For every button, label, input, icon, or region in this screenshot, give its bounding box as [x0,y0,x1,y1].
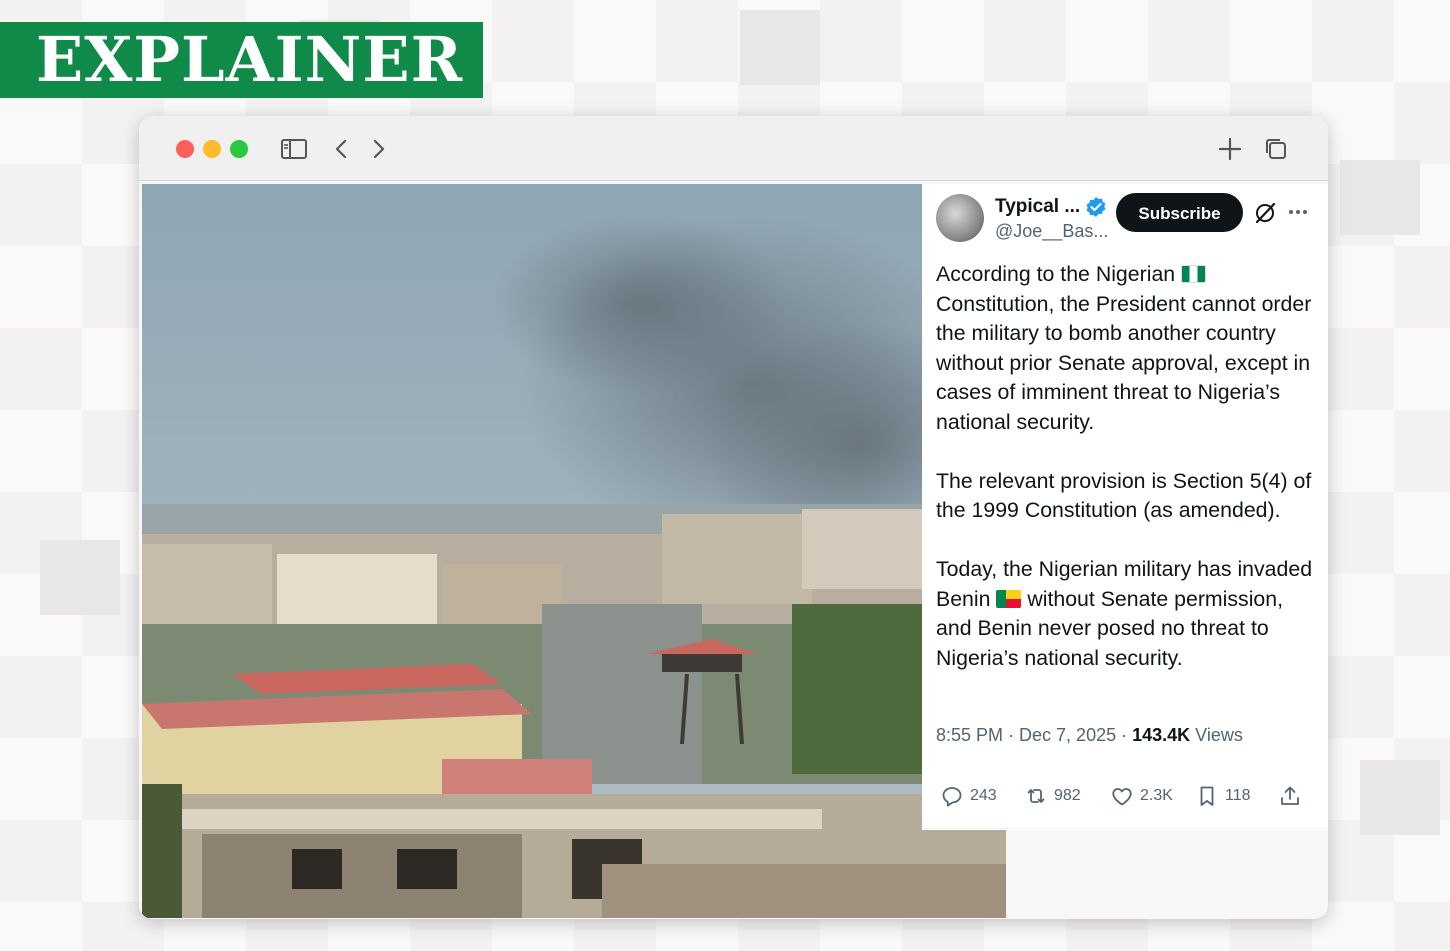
timestamp[interactable]: 8:55 PM · Dec 7, 2025 · [936,725,1132,745]
bookmark-button[interactable]: 118 [1195,784,1251,808]
more-options-icon[interactable] [1288,202,1308,222]
new-tab-icon[interactable] [1215,134,1245,164]
nigeria-flag-icon [1181,265,1207,283]
tweet-photo[interactable] [142,184,1006,918]
grok-icon[interactable] [1253,201,1277,225]
tweet-text-segment: The relevant provision is Section 5(4) o… [936,468,1312,523]
tweet-actions: 243 982 2.3K 118 [922,774,1328,829]
share-button[interactable] [1278,784,1302,808]
browser-toolbar [139,116,1328,181]
views-label: Views [1190,725,1243,745]
zoom-dot[interactable] [230,140,248,158]
subscribe-button[interactable]: Subscribe [1116,193,1243,232]
tweet-text-segment: According to the Nigerian [936,262,1176,286]
background-square [740,10,820,85]
repost-count: 982 [1054,787,1081,804]
reply-button[interactable]: 243 [940,784,997,808]
background-square [1340,160,1420,235]
close-dot[interactable] [176,140,194,158]
like-button[interactable]: 2.3K [1110,784,1173,808]
tweet-card: Typical ... @Joe__Bas... Subscribe Accor… [922,184,1328,830]
avatar[interactable] [936,194,984,242]
tweet-paragraph: Today, the Nigerian military has invaded… [936,555,1314,673]
tab-overview-icon[interactable] [1261,134,1291,164]
share-icon [1278,784,1302,808]
sidebar-icon[interactable] [279,134,309,164]
benin-flag-icon [996,589,1022,608]
background-square [1360,760,1440,835]
tweet-text: According to the Nigerian Constitution, … [936,260,1314,703]
back-icon[interactable] [327,134,357,164]
verified-badge-icon [1085,196,1107,218]
tweet-paragraph: According to the Nigerian Constitution, … [936,260,1314,437]
author-handle[interactable]: @Joe__Bas... [995,221,1108,242]
repost-icon [1024,784,1048,808]
reply-count: 243 [970,787,997,804]
bookmark-icon [1195,784,1219,808]
explainer-banner: EXPLAINER [0,22,483,98]
forward-icon[interactable] [363,134,393,164]
reply-icon [940,784,964,808]
repost-button[interactable]: 982 [1024,784,1081,808]
tweet-text-segment: Constitution, the President cannot order… [936,291,1312,434]
tweet-paragraph: The relevant provision is Section 5(4) o… [936,467,1314,526]
background-square [40,540,120,615]
like-count: 2.3K [1140,787,1173,804]
heart-icon [1110,784,1134,808]
views-count: 143.4K [1132,725,1191,745]
author-name[interactable]: Typical ... [995,196,1080,218]
minimize-dot[interactable] [203,140,221,158]
browser-window: Typical ... @Joe__Bas... Subscribe Accor… [139,116,1328,919]
bookmark-count: 118 [1225,787,1251,804]
tweet-meta: 8:55 PM · Dec 7, 2025 · 143.4K Views [936,725,1243,746]
